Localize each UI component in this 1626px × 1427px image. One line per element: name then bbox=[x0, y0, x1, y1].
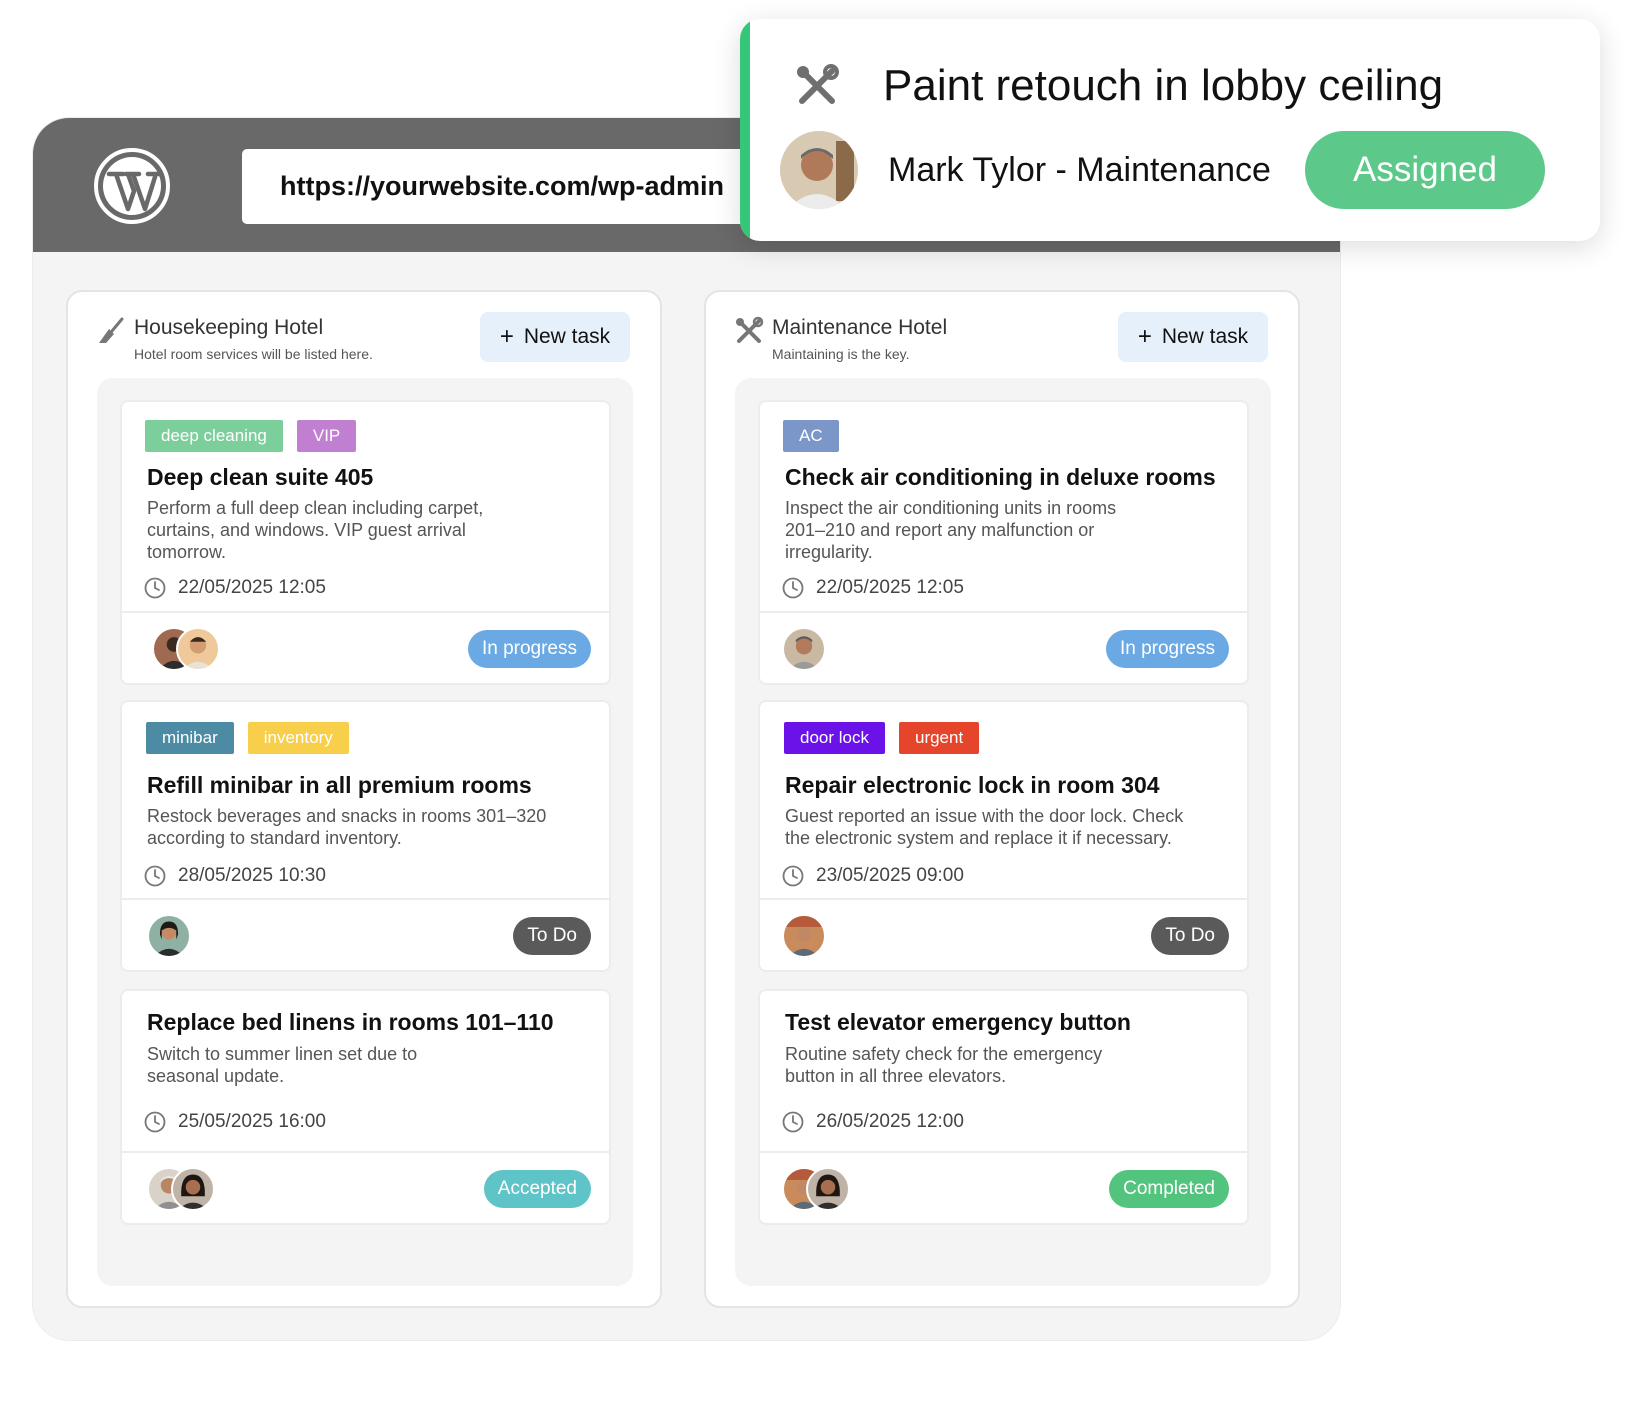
notification-user: Mark Tylor - Maintenance bbox=[888, 151, 1271, 189]
task-date-text: 23/05/2025 09:00 bbox=[816, 865, 964, 886]
wordpress-logo-icon[interactable] bbox=[93, 147, 171, 225]
clock-icon bbox=[144, 577, 166, 599]
avatar[interactable] bbox=[171, 1167, 215, 1211]
task-description: Inspect the air conditioning units in ro… bbox=[785, 498, 1117, 562]
task-date-text: 26/05/2025 12:00 bbox=[816, 1111, 964, 1132]
tag-vip[interactable]: VIP bbox=[296, 420, 357, 452]
tag-list: minibar inventory bbox=[146, 722, 349, 754]
avatar[interactable] bbox=[176, 627, 220, 671]
task-card[interactable]: deep cleaning VIP Deep clean suite 405 P… bbox=[120, 400, 611, 685]
status-badge[interactable]: In progress bbox=[1105, 630, 1229, 668]
tag-urgent[interactable]: urgent bbox=[898, 722, 980, 754]
broom-icon bbox=[99, 317, 124, 343]
assignee-avatars bbox=[152, 627, 220, 671]
task-date: 26/05/2025 12:00 bbox=[782, 1111, 964, 1133]
tag-door-lock[interactable]: door lock bbox=[784, 722, 885, 754]
notification-status-badge[interactable]: Assigned bbox=[1305, 131, 1545, 209]
tag-ac[interactable]: AC bbox=[783, 420, 839, 452]
clock-icon bbox=[144, 865, 166, 887]
tag-deep-cleaning[interactable]: deep cleaning bbox=[145, 420, 283, 452]
tag-list: AC bbox=[783, 420, 839, 452]
task-card[interactable]: Test elevator emergency button Routine s… bbox=[758, 989, 1249, 1225]
task-title[interactable]: Replace bed linens in rooms 101–110 bbox=[147, 1009, 554, 1036]
clock-icon bbox=[782, 1111, 804, 1133]
column-header: Housekeeping Hotel Hotel room services w… bbox=[68, 292, 660, 380]
task-title[interactable]: Refill minibar in all premium rooms bbox=[147, 772, 532, 799]
column-title: Housekeeping Hotel bbox=[134, 316, 324, 339]
tag-list: door lock urgent bbox=[784, 722, 980, 754]
task-card[interactable]: AC Check air conditioning in deluxe room… bbox=[758, 400, 1249, 685]
tag-list: deep cleaning VIP bbox=[145, 420, 357, 452]
assignment-notification[interactable]: Paint retouch in lobby ceiling Mark Tylo… bbox=[740, 19, 1600, 241]
task-title[interactable]: Test elevator emergency button bbox=[785, 1009, 1131, 1036]
task-date-text: 28/05/2025 10:30 bbox=[178, 865, 326, 886]
assignee-avatars bbox=[782, 1167, 850, 1211]
status-badge[interactable]: Accepted bbox=[483, 1170, 591, 1208]
task-footer: Completed bbox=[760, 1151, 1247, 1223]
clock-icon bbox=[144, 1111, 166, 1133]
new-task-button[interactable]: + New task bbox=[1118, 312, 1268, 362]
tools-icon bbox=[736, 316, 764, 343]
tag-inventory[interactable]: inventory bbox=[247, 722, 349, 754]
task-title[interactable]: Deep clean suite 405 bbox=[147, 464, 373, 491]
plus-icon: + bbox=[1137, 323, 1152, 350]
task-footer: In progress bbox=[122, 611, 609, 683]
column-maintenance: Maintenance Hotel Maintaining is the key… bbox=[704, 290, 1300, 1308]
task-description: Restock beverages and snacks in rooms 30… bbox=[147, 806, 547, 848]
task-footer: To Do bbox=[122, 898, 609, 970]
status-badge[interactable]: To Do bbox=[1151, 917, 1229, 955]
task-date: 22/05/2025 12:05 bbox=[782, 577, 964, 599]
task-date: 28/05/2025 10:30 bbox=[144, 865, 326, 887]
tools-icon bbox=[797, 64, 839, 104]
task-card[interactable]: minibar inventory Refill minibar in all … bbox=[120, 700, 611, 972]
task-date: 23/05/2025 09:00 bbox=[782, 865, 964, 887]
task-description: Switch to summer linen set due to season… bbox=[147, 1044, 418, 1086]
task-description: Routine safety check for the emergency b… bbox=[785, 1044, 1103, 1086]
plus-icon: + bbox=[499, 323, 514, 350]
task-date: 22/05/2025 12:05 bbox=[144, 577, 326, 599]
task-description: Guest reported an issue with the door lo… bbox=[785, 806, 1184, 848]
assignee-avatars bbox=[782, 627, 826, 671]
notification-title: Paint retouch in lobby ceiling bbox=[883, 61, 1444, 110]
avatar[interactable] bbox=[806, 1167, 850, 1211]
assignee-avatars bbox=[147, 1167, 215, 1211]
avatar[interactable] bbox=[782, 914, 826, 958]
column-task-list: AC Check air conditioning in deluxe room… bbox=[735, 378, 1271, 1286]
new-task-button[interactable]: + New task bbox=[480, 312, 630, 362]
task-date-text: 25/05/2025 16:00 bbox=[178, 1111, 326, 1132]
task-card[interactable]: door lock urgent Repair electronic lock … bbox=[758, 700, 1249, 972]
task-footer: To Do bbox=[760, 898, 1247, 970]
new-task-label: New task bbox=[1161, 325, 1249, 348]
browser-window: https://yourwebsite.com/wp-admin Houseke… bbox=[33, 118, 1340, 1340]
status-badge[interactable]: To Do bbox=[513, 917, 591, 955]
task-date-text: 22/05/2025 12:05 bbox=[178, 577, 326, 598]
task-date: 25/05/2025 16:00 bbox=[144, 1111, 326, 1133]
task-title[interactable]: Repair electronic lock in room 304 bbox=[785, 772, 1160, 799]
task-title[interactable]: Check air conditioning in deluxe rooms bbox=[785, 464, 1216, 491]
task-description: Perform a full deep clean including carp… bbox=[147, 498, 484, 562]
task-footer: Accepted bbox=[122, 1151, 609, 1223]
task-footer: In progress bbox=[760, 611, 1247, 683]
task-date-text: 22/05/2025 12:05 bbox=[816, 577, 964, 598]
column-title: Maintenance Hotel bbox=[772, 316, 948, 339]
avatar[interactable] bbox=[782, 627, 826, 671]
column-header: Maintenance Hotel Maintaining is the key… bbox=[706, 292, 1298, 380]
assignee-avatars bbox=[147, 914, 191, 958]
status-badge[interactable]: Completed bbox=[1109, 1170, 1229, 1208]
url-field[interactable]: https://yourwebsite.com/wp-admin bbox=[242, 149, 802, 224]
column-housekeeping: Housekeeping Hotel Hotel room services w… bbox=[66, 290, 662, 1308]
column-subtitle: Maintaining is the key. bbox=[772, 346, 910, 362]
avatar[interactable] bbox=[147, 914, 191, 958]
avatar[interactable] bbox=[780, 131, 858, 209]
column-task-list: deep cleaning VIP Deep clean suite 405 P… bbox=[97, 378, 633, 1286]
tag-minibar[interactable]: minibar bbox=[146, 722, 234, 754]
assignee-avatars bbox=[782, 914, 826, 958]
clock-icon bbox=[782, 865, 804, 887]
clock-icon bbox=[782, 577, 804, 599]
status-badge[interactable]: In progress bbox=[467, 630, 591, 668]
new-task-label: New task bbox=[523, 325, 611, 348]
task-card[interactable]: Replace bed linens in rooms 101–110 Swit… bbox=[120, 989, 611, 1225]
column-subtitle: Hotel room services will be listed here. bbox=[134, 346, 373, 362]
notification-accent-bar bbox=[740, 19, 750, 241]
